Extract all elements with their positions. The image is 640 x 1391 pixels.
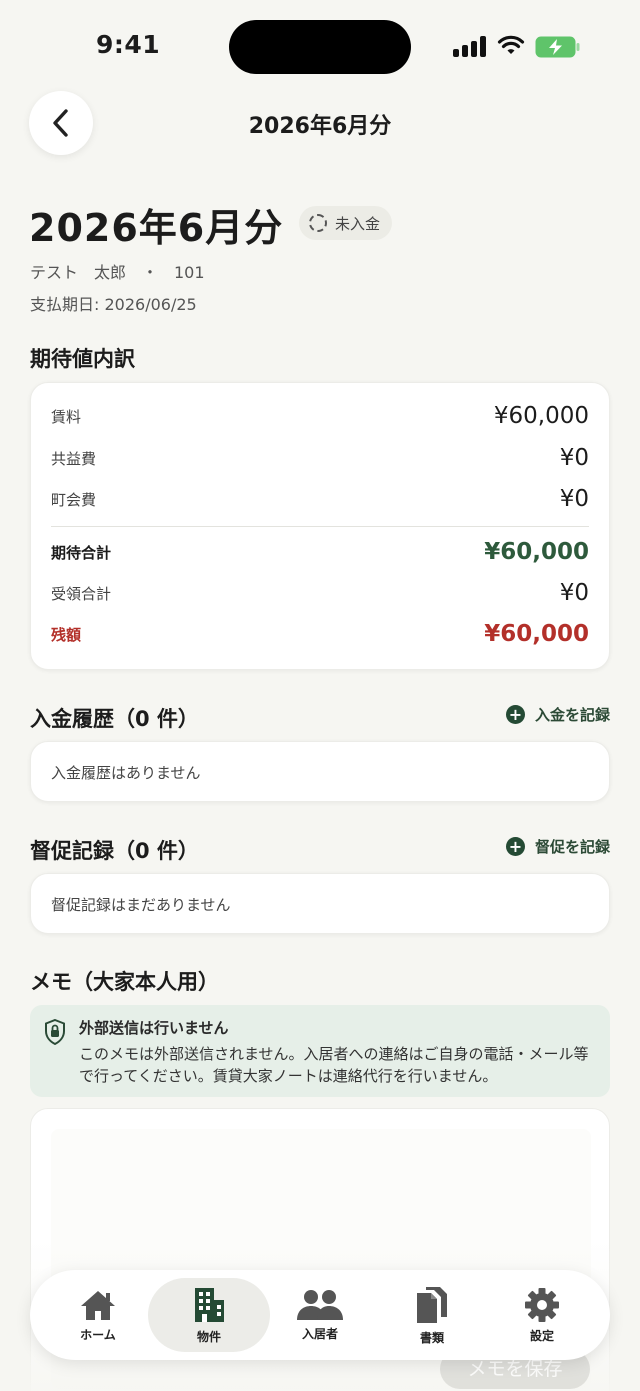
row-label: 賃料 [51,407,82,426]
row-value: ¥0 [559,486,589,512]
reminders-empty: 督促記録はまだありません [51,896,231,914]
record-payment-label: 入金を記録 [534,706,610,724]
row-value: ¥0 [559,445,589,471]
tab-label: 設定 [529,1328,554,1343]
expected-total-row: 期待合計 ¥60,000 [51,539,589,565]
divider [51,526,589,527]
tab-documents[interactable]: 書類 [374,1278,490,1352]
payments-empty: 入金履歴はありません [51,764,201,782]
tab-bar: ホーム 物件 入居者 書類 設定 [30,1270,610,1360]
record-reminder-label: 督促を記録 [534,838,610,856]
expected-total-value: ¥60,000 [484,539,589,565]
tab-settings[interactable]: 設定 [484,1278,600,1352]
building-icon [195,1287,224,1322]
home-icon [81,1290,115,1320]
balance-row: 残額 ¥60,000 [51,621,589,647]
tab-label: 物件 [196,1329,221,1344]
status-bar: 9:41 [0,0,640,90]
tab-label: 書類 [419,1330,444,1345]
documents-icon [417,1286,447,1323]
due-date: 支払期日: 2026/06/25 [30,295,197,314]
payments-title: 入金履歴（0 件） [30,707,199,731]
row-value: ¥60,000 [493,403,589,429]
plus-circle-icon: + [505,705,525,724]
tab-label: ホーム [80,1327,116,1342]
pending-icon [309,214,327,232]
tab-home[interactable]: ホーム [40,1278,156,1352]
dynamic-island [229,20,411,74]
lock-shield-icon [45,1019,65,1045]
signal-icon [453,36,487,57]
privacy-notice: 外部送信は行いません このメモは外部送信されません。入居者への連絡はご自身の電話… [30,1005,610,1097]
record-payment-button[interactable]: + 入金を記録 [505,704,610,725]
received-total-label: 受領合計 [51,584,112,603]
plus-circle-icon: + [505,837,525,856]
row-label: 共益費 [51,449,97,468]
breakdown-card: 賃料 ¥60,000 共益費 ¥0 町会費 ¥0 期待合計 ¥60,000 受領… [30,382,610,670]
status-badge-label: 未入金 [335,214,381,233]
tab-properties[interactable]: 物件 [148,1278,270,1352]
record-reminder-button[interactable]: + 督促を記録 [505,836,610,857]
tenant-unit: テスト 太郎 ・ 101 [30,263,205,282]
breakdown-row: 賃料 ¥60,000 [51,403,589,429]
tab-label: 入居者 [301,1326,338,1341]
status-time: 9:41 [96,30,161,59]
gear-icon [525,1287,559,1322]
row-label: 町会費 [51,490,97,509]
received-total-row: 受領合計 ¥0 [51,580,589,606]
breakdown-title: 期待値内訳 [30,347,135,371]
breakdown-row: 共益費 ¥0 [51,445,589,471]
page-title: 2026年6月分 [29,206,284,250]
notice-body: このメモは外部送信されません。入居者への連絡はご自身の電話・メール等で行ってくだ… [79,1045,589,1085]
status-badge: 未入金 [299,206,393,240]
nav-title: 2026年6月分 [248,114,392,139]
expected-total-label: 期待合計 [51,543,112,562]
wifi-icon [497,35,525,54]
memo-title: メモ（大家本人用） [30,970,219,994]
notice-title: 外部送信は行いません [79,1019,229,1037]
tab-tenants[interactable]: 入居者 [262,1278,378,1352]
battery-charging-icon [535,36,580,58]
people-icon [297,1289,343,1320]
breakdown-row: 町会費 ¥0 [51,486,589,512]
reminders-title: 督促記録（0 件） [30,839,199,863]
received-total-value: ¥0 [559,580,589,606]
reminders-card: 督促記録はまだありません [30,873,610,934]
balance-label: 残額 [51,625,82,644]
balance-value: ¥60,000 [484,621,589,647]
payments-card: 入金履歴はありません [30,741,610,802]
